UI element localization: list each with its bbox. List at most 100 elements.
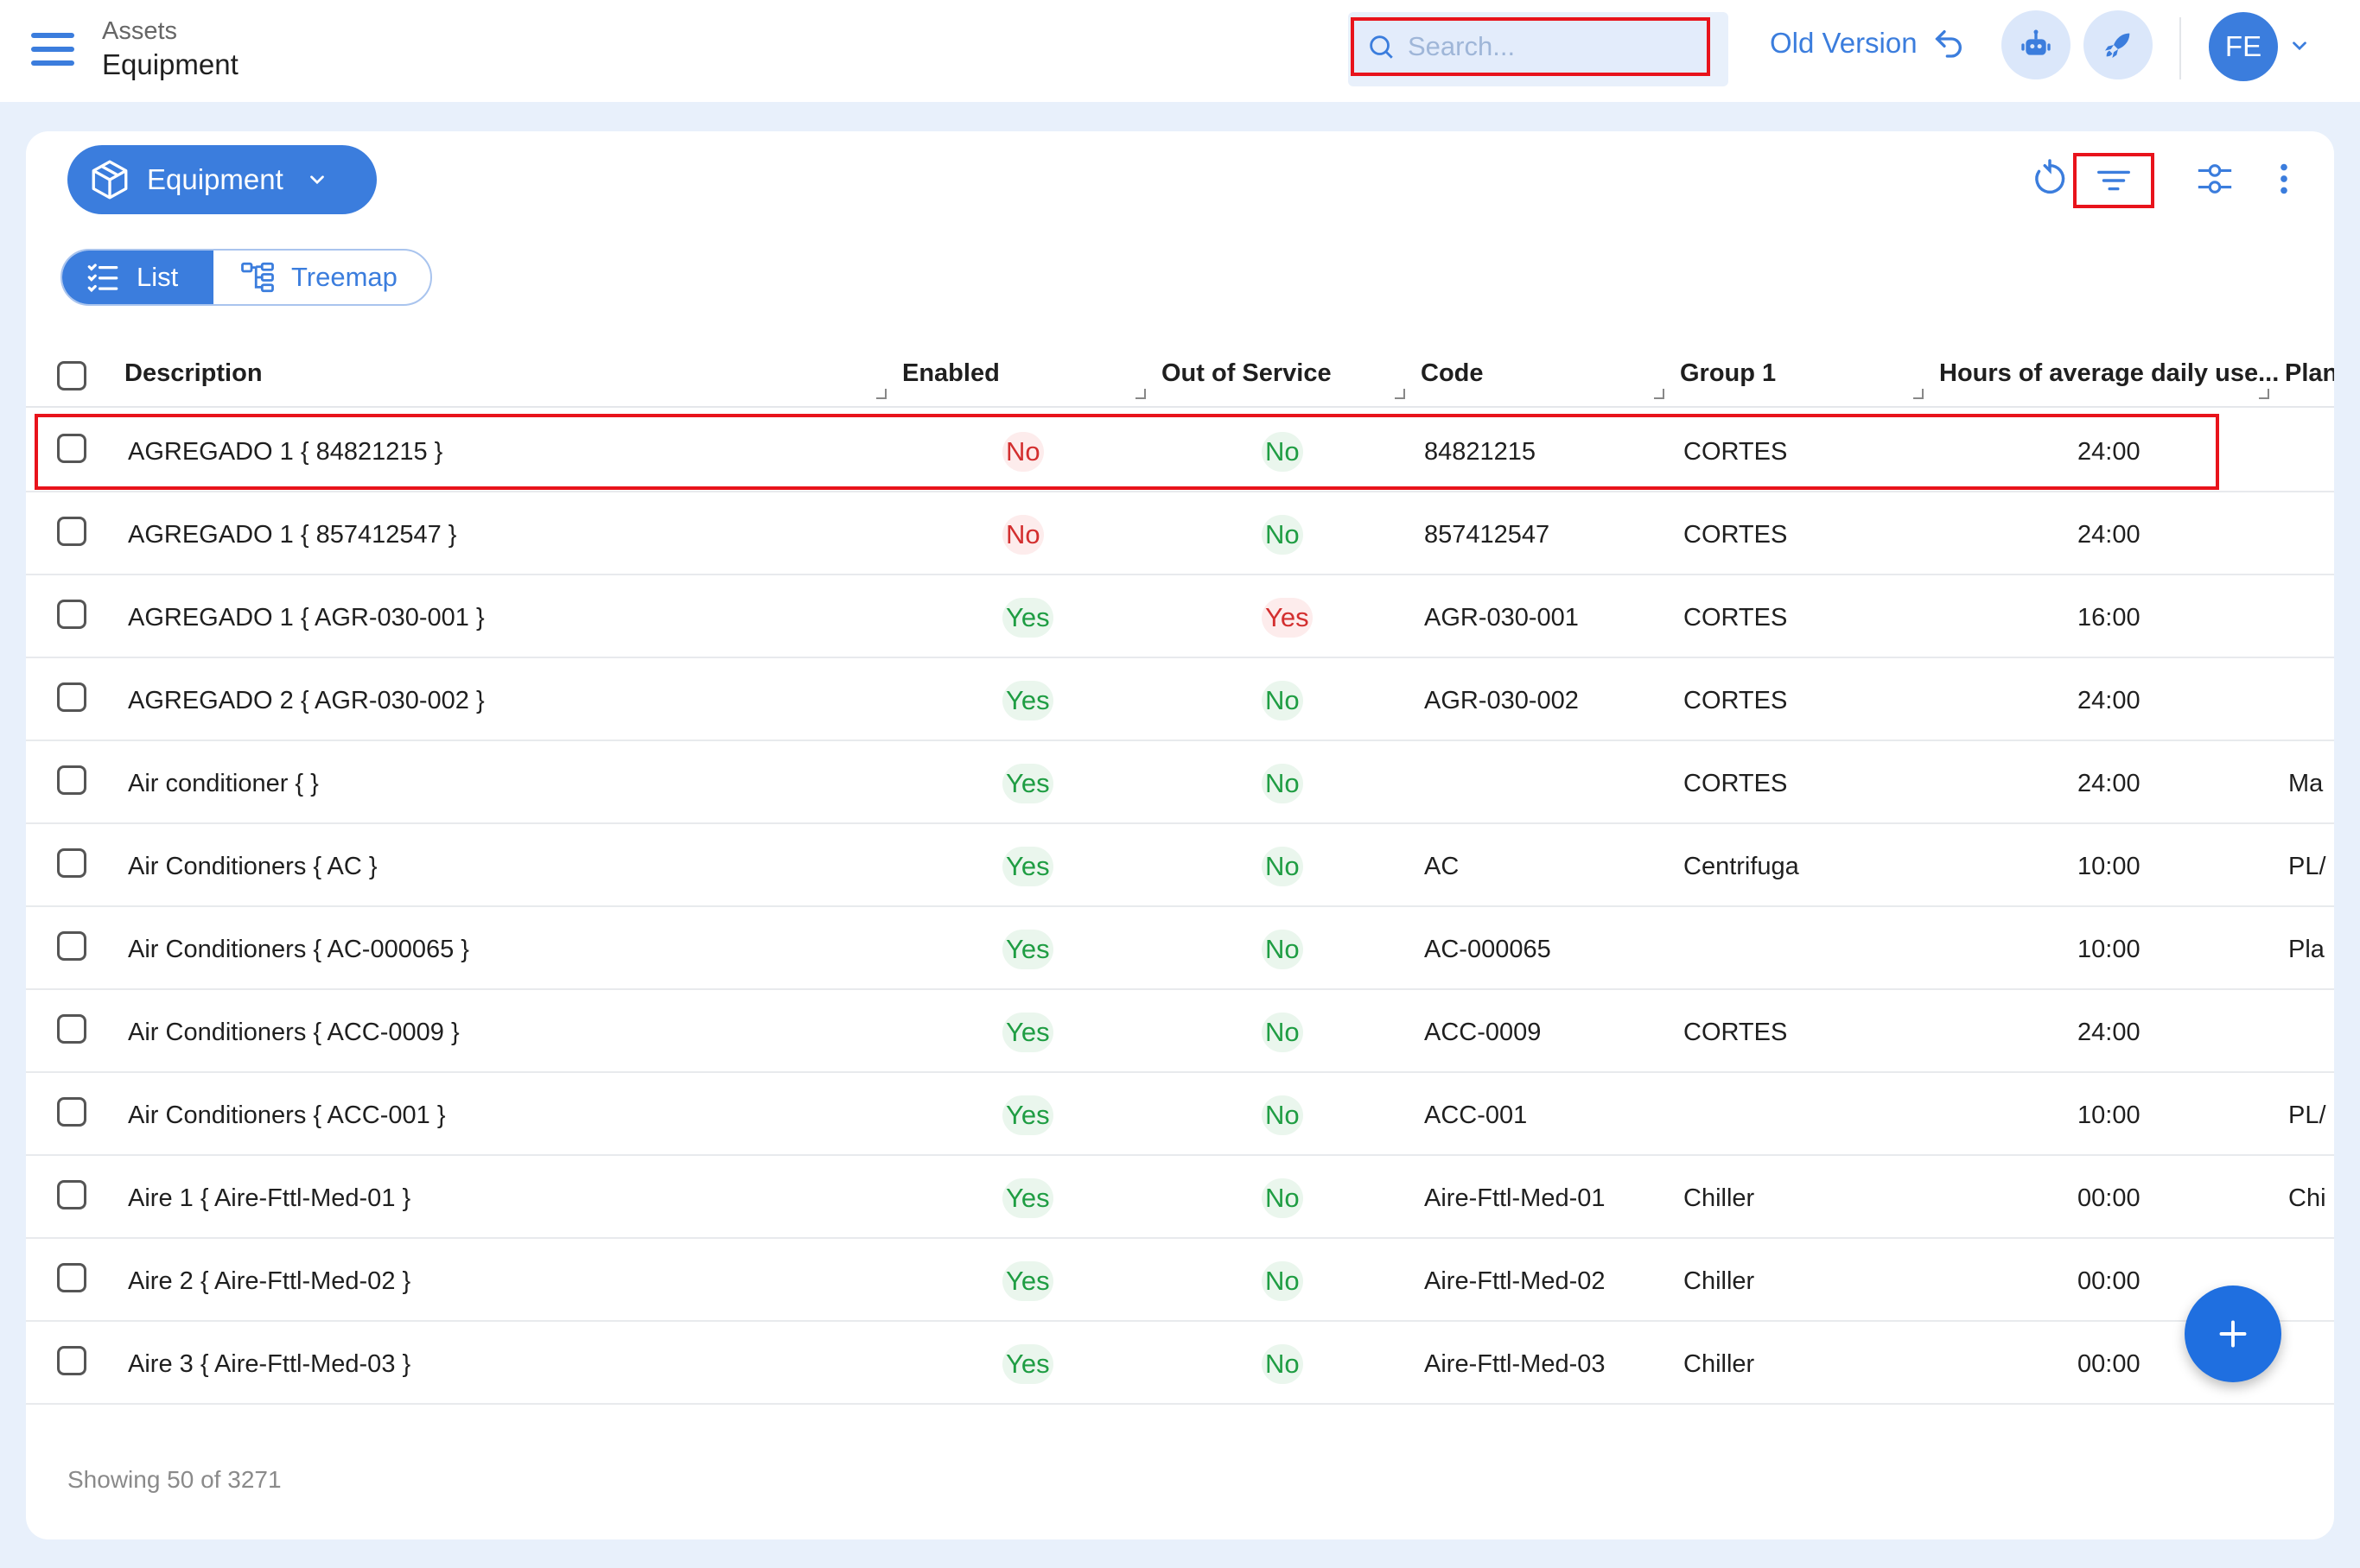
- table-row[interactable]: Air Conditioners { ACC-0009 } Yes No ACC-00…: [26, 990, 2334, 1073]
- enabled-badge: Yes: [1002, 1344, 1053, 1384]
- table-row[interactable]: Air Conditioners { AC } Yes No AC Centrifuga…: [26, 824, 2334, 907]
- column-header-group-1[interactable]: Group 1: [1680, 359, 1776, 388]
- table-row[interactable]: AGREGADO 1 { AGR-030-001 } Yes Yes AGR-030-…: [26, 575, 2334, 658]
- cell-group-1: Chiller: [1683, 1350, 1755, 1378]
- select-all-checkbox[interactable]: [57, 361, 86, 390]
- column-header-plan[interactable]: Plan: [2285, 359, 2334, 388]
- column-resize-handle[interactable]: [2259, 389, 2269, 399]
- cell-group-1: CORTES: [1683, 438, 1788, 466]
- column-resize-handle[interactable]: [1913, 389, 1924, 399]
- out-of-service-badge: No: [1262, 764, 1303, 803]
- cell-hours: 24:00: [2077, 687, 2141, 714]
- old-version-label: Old Version: [1770, 27, 1918, 59]
- table-row[interactable]: Aire 2 { Aire-Fttl-Med-02 } Yes No Aire-Ftt…: [26, 1239, 2334, 1322]
- header-divider: [2179, 17, 2181, 79]
- column-settings-button[interactable]: [2185, 149, 2245, 209]
- out-of-service-badge: No: [1262, 1344, 1303, 1384]
- cell-description: Aire 2 { Aire-Fttl-Med-02 }: [128, 1267, 411, 1295]
- cell-code: 84821215: [1424, 438, 1536, 466]
- column-header-enabled[interactable]: Enabled: [902, 359, 1000, 388]
- avatar[interactable]: FE: [2209, 12, 2278, 81]
- menu-icon[interactable]: [31, 33, 74, 67]
- row-checkbox[interactable]: [57, 1014, 86, 1044]
- search-box[interactable]: [1351, 17, 1710, 76]
- enabled-badge: Yes: [1002, 764, 1053, 803]
- row-checkbox[interactable]: [57, 931, 86, 961]
- page-title: Equipment: [102, 48, 239, 80]
- launch-button[interactable]: [2083, 10, 2153, 79]
- row-checkbox[interactable]: [57, 848, 86, 878]
- tab-treemap[interactable]: Treemap: [213, 251, 430, 304]
- cell-description: AGREGADO 1 { AGR-030-001 }: [128, 604, 485, 632]
- cell-description: Air Conditioners { ACC-0009 }: [128, 1019, 460, 1046]
- enabled-badge: Yes: [1002, 930, 1053, 969]
- tab-list[interactable]: List: [62, 251, 213, 304]
- refresh-button[interactable]: [2020, 149, 2080, 209]
- row-checkbox[interactable]: [57, 517, 86, 546]
- column-header-out-of-service[interactable]: Out of Service: [1161, 359, 1332, 388]
- content-card: Equipment List Treemap Description Enabl…: [26, 131, 2334, 1539]
- row-checkbox[interactable]: [57, 1263, 86, 1292]
- more-vertical-icon: [2280, 163, 2287, 194]
- column-header-description[interactable]: Description: [124, 359, 263, 388]
- column-header-code[interactable]: Code: [1421, 359, 1484, 388]
- table-row[interactable]: Air Conditioners { AC-000065 } Yes No AC-00…: [26, 907, 2334, 990]
- cell-plan: PL/: [2288, 1101, 2326, 1129]
- cell-plan: Pla: [2288, 936, 2325, 963]
- cell-description: Air Conditioners { ACC-001 }: [128, 1101, 446, 1129]
- row-checkbox[interactable]: [57, 600, 86, 629]
- cell-description: AGREGADO 2 { AGR-030-002 }: [128, 687, 485, 714]
- add-equipment-button[interactable]: [2185, 1286, 2281, 1382]
- refresh-icon: [2035, 159, 2065, 194]
- enabled-badge: No: [1002, 515, 1044, 555]
- out-of-service-badge: No: [1262, 432, 1303, 472]
- out-of-service-badge: No: [1262, 1095, 1303, 1135]
- cell-group-1: CORTES: [1683, 521, 1788, 549]
- cell-group-1: CORTES: [1683, 604, 1788, 632]
- table-row[interactable]: AGREGADO 2 { AGR-030-002 } Yes No AGR-030-0…: [26, 658, 2334, 741]
- table-row[interactable]: Air Conditioners { ACC-001 } Yes No ACC-001…: [26, 1073, 2334, 1156]
- plus-icon: [2219, 1320, 2247, 1348]
- out-of-service-badge: No: [1262, 847, 1303, 886]
- column-header-hours-daily-use[interactable]: Hours of average daily use...: [1939, 359, 2279, 388]
- cell-group-1: CORTES: [1683, 1019, 1788, 1046]
- cell-description: Aire 3 { Aire-Fttl-Med-03 }: [128, 1350, 411, 1378]
- cell-description: Air Conditioners { AC }: [128, 853, 378, 880]
- out-of-service-badge: No: [1262, 1013, 1303, 1052]
- row-checkbox[interactable]: [57, 1097, 86, 1127]
- column-resize-handle[interactable]: [1395, 389, 1405, 399]
- cell-hours: 10:00: [2077, 853, 2141, 880]
- table-row[interactable]: Aire 1 { Aire-Fttl-Med-01 } Yes No Aire-Ftt…: [26, 1156, 2334, 1239]
- cell-hours: 24:00: [2077, 438, 2141, 466]
- cube-icon: [92, 160, 128, 200]
- row-checkbox[interactable]: [57, 434, 86, 463]
- cell-plan: Chi: [2288, 1184, 2326, 1212]
- row-checkbox[interactable]: [57, 682, 86, 712]
- more-options-button[interactable]: [2254, 149, 2314, 209]
- table-row[interactable]: Air conditioner { } Yes No CORTES 24:00 Ma: [26, 741, 2334, 824]
- filter-button[interactable]: [2073, 153, 2154, 208]
- table-row[interactable]: Aire 3 { Aire-Fttl-Med-03 } Yes No Aire-Ftt…: [26, 1322, 2334, 1405]
- column-resize-handle[interactable]: [1654, 389, 1664, 399]
- table-row[interactable]: AGREGADO 1 { 84821215 } No No 84821215 CORTE…: [26, 409, 2334, 492]
- view-toggle: List Treemap: [60, 249, 432, 306]
- list-icon: [87, 263, 118, 293]
- assistant-button[interactable]: [2001, 10, 2071, 79]
- cell-plan: Ma: [2288, 770, 2324, 797]
- chevron-down-icon[interactable]: [2288, 35, 2311, 57]
- search-input[interactable]: [1408, 31, 1693, 62]
- cell-hours: 00:00: [2077, 1350, 2141, 1378]
- row-checkbox[interactable]: [57, 765, 86, 795]
- row-checkbox[interactable]: [57, 1180, 86, 1209]
- cell-hours: 24:00: [2077, 521, 2141, 549]
- tab-list-label: List: [137, 262, 179, 292]
- column-resize-handle[interactable]: [876, 389, 887, 399]
- pagination-summary: Showing 50 of 3271: [67, 1466, 282, 1493]
- cell-description: Air conditioner { }: [128, 770, 319, 797]
- old-version-link[interactable]: Old Version: [1770, 26, 1968, 60]
- row-checkbox[interactable]: [57, 1346, 86, 1375]
- column-resize-handle[interactable]: [1135, 389, 1146, 399]
- equipment-dropdown[interactable]: Equipment: [67, 145, 377, 214]
- table-row[interactable]: AGREGADO 1 { 857412547 } No No 857412547 COR…: [26, 492, 2334, 575]
- sliders-icon: [2198, 164, 2232, 194]
